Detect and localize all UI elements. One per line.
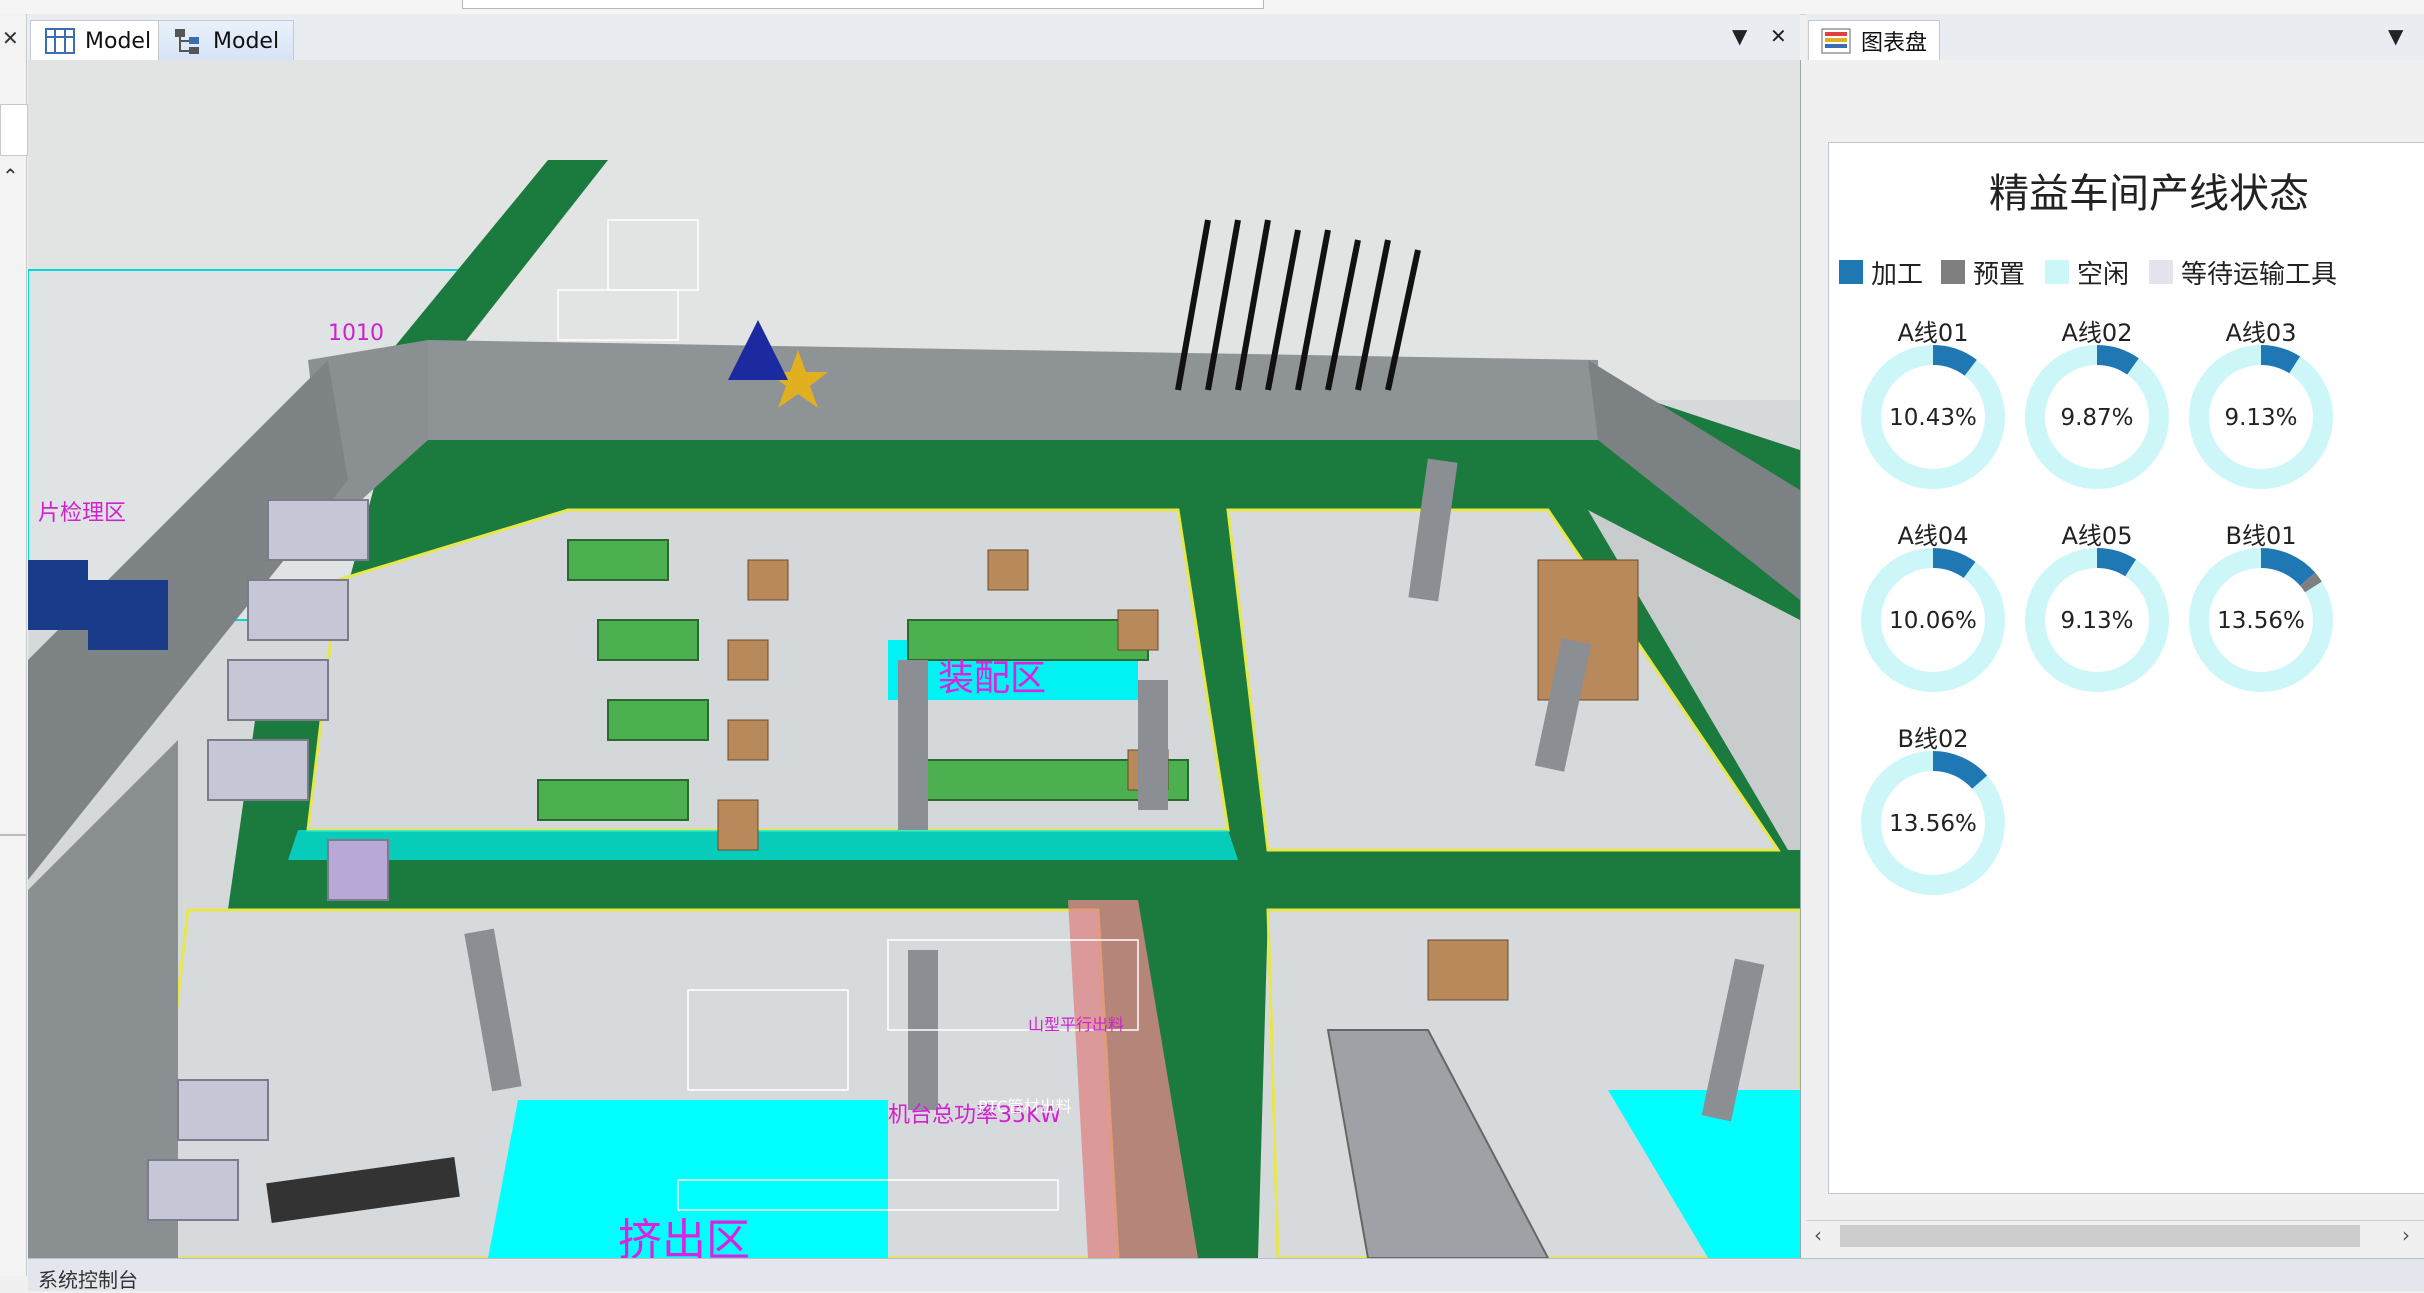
tab-chart-board[interactable]: 图表盘 [1808,20,1941,61]
system-console-bar[interactable]: 系统控制台 [28,1258,2424,1292]
donut-value-label: 13.56% [1889,811,1977,837]
floor-text: 山型平行出料 [1028,1015,1124,1034]
legend-item-setup: 预置 [1941,257,2025,290]
chart-board-icon [1821,28,1851,54]
tree-hierarchy-icon [175,29,199,54]
donut-value-label: 10.43% [1889,405,1977,431]
tab-label: Model [213,28,280,54]
tab-model-tree[interactable]: Model [158,20,295,61]
chart-title: 精益车间产线状态 [1989,171,2309,217]
legend-label: 预置 [1973,259,2026,290]
legend-item-idle: 空闲 [2045,257,2129,290]
zone-label-extrusion: 挤出区 [618,1215,750,1258]
donut-A线03: A线03 9.13% [2181,313,2341,513]
legend-swatch [1941,260,1965,284]
model-3d-viewport[interactable]: 1010 机台总功率35KW PTC管材出料 山型平行出料 装配区 挤出区 片检… [28,60,1801,1258]
legend-item-waiting-transport: 等待运输工具 [2149,257,2337,290]
collapsed-input[interactable] [0,104,28,156]
chevron-left-icon[interactable]: ‹ [1814,1223,1822,1247]
legend-item-processing: 加工 [1839,257,1923,290]
legend-swatch [2149,260,2173,284]
top-search-input[interactable] [462,0,1264,9]
close-icon[interactable]: ✕ [1770,24,1787,48]
factory-floor-scene: 1010 机台总功率35KW PTC管材出料 山型平行出料 装配区 挤出区 片检… [28,60,1800,1258]
legend-label: 等待运输工具 [2181,259,2338,290]
legend-label: 加工 [1871,259,1924,290]
donut-A线05: A线05 9.13% [2017,516,2177,716]
donut-value-label: 9.87% [2060,405,2134,431]
donut-A线04: A线04 10.06% [1853,516,2013,716]
horizontal-scrollbar[interactable]: ‹ › [1806,1220,2424,1251]
left-collapsed-panel: ✕ ⌃ [0,14,28,1276]
dropdown-arrow-icon[interactable]: ▼ [2388,24,2403,48]
tab-label: 图表盘 [1861,31,1928,56]
donut-A线01: A线01 10.43% [1853,313,2013,513]
dropdown-arrow-icon[interactable]: ▼ [1732,24,1747,48]
donut-value-label: 9.13% [2224,405,2298,431]
model-tab-bar: Model Model ▼ ✕ [28,14,1800,61]
legend-label: 空闲 [2077,259,2130,290]
scrollbar-thumb[interactable] [1840,1225,2360,1247]
tab-label: Model [85,28,152,54]
donut-A线02: A线02 9.87% [2017,313,2177,513]
donut-value-label: 13.56% [2217,608,2305,634]
legend-swatch [1839,260,1863,284]
chart-panel: 精益车间产线状态 加工 预置 空闲 等待运输工具 A线01 10.43% A线02 9… [1806,60,2424,1258]
chevron-up-icon[interactable]: ⌃ [2,164,19,188]
chart-tab-bar: 图表盘 ▼ [1806,14,2424,61]
donut-B线01: B线01 13.56% [2181,516,2341,716]
divider [0,834,26,836]
donut-B线02: B线02 13.56% [1853,719,2013,919]
zone-label-assembly: 装配区 [938,658,1046,699]
layout-grid-icon [45,28,75,54]
floor-text: 1010 [328,321,384,346]
chart-card: 精益车间产线状态 加工 预置 空闲 等待运输工具 A线01 10.43% A线02 9… [1828,142,2424,1194]
donut-value-label: 10.06% [1889,608,1977,634]
tab-model-layout[interactable]: Model [30,20,167,61]
close-icon[interactable]: ✕ [2,26,19,50]
zone-label-inspection: 片检理区 [38,501,126,526]
floor-text: PTC管材出料 [978,1097,1072,1116]
donut-value-label: 9.13% [2060,608,2134,634]
chevron-right-icon[interactable]: › [2402,1223,2410,1247]
legend-swatch [2045,260,2069,284]
console-label: 系统控制台 [38,1268,138,1292]
